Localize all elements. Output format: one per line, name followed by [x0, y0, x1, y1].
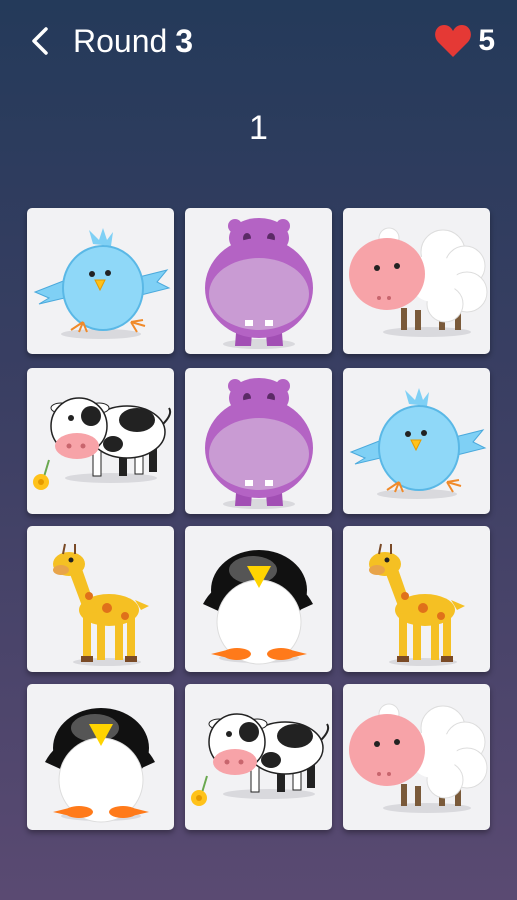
card[interactable] [185, 368, 332, 514]
sheep-icon [343, 208, 490, 354]
card[interactable] [27, 208, 174, 354]
lives-count: 5 [478, 24, 495, 57]
sheep-icon [343, 684, 490, 830]
round-title: Round 3 [73, 21, 193, 61]
card[interactable] [185, 684, 332, 830]
card[interactable] [185, 526, 332, 672]
card[interactable] [343, 368, 490, 514]
penguin-icon [27, 684, 174, 830]
card[interactable] [343, 526, 490, 672]
card[interactable] [27, 368, 174, 514]
score-counter: 1 [249, 109, 268, 147]
cow-icon [185, 684, 332, 830]
penguin-icon [185, 526, 332, 672]
heart-icon [435, 25, 472, 57]
top-bar: Round 3 5 [0, 0, 517, 82]
bird-icon [343, 368, 490, 514]
round-number: 3 [175, 23, 194, 59]
giraffe-icon [27, 526, 174, 672]
giraffe-icon [343, 526, 490, 672]
back-button[interactable] [22, 22, 58, 60]
round-label: Round [73, 23, 168, 59]
chevron-left-icon [32, 27, 48, 55]
card[interactable] [343, 684, 490, 830]
card[interactable] [343, 208, 490, 354]
card[interactable] [185, 208, 332, 354]
hippo-icon [185, 208, 332, 354]
lives-counter: 5 [434, 22, 495, 60]
bird-icon [27, 208, 174, 354]
card-grid [27, 208, 492, 834]
hippo-icon [185, 368, 332, 514]
card[interactable] [27, 526, 174, 672]
card[interactable] [27, 684, 174, 830]
cow-icon [27, 368, 174, 514]
